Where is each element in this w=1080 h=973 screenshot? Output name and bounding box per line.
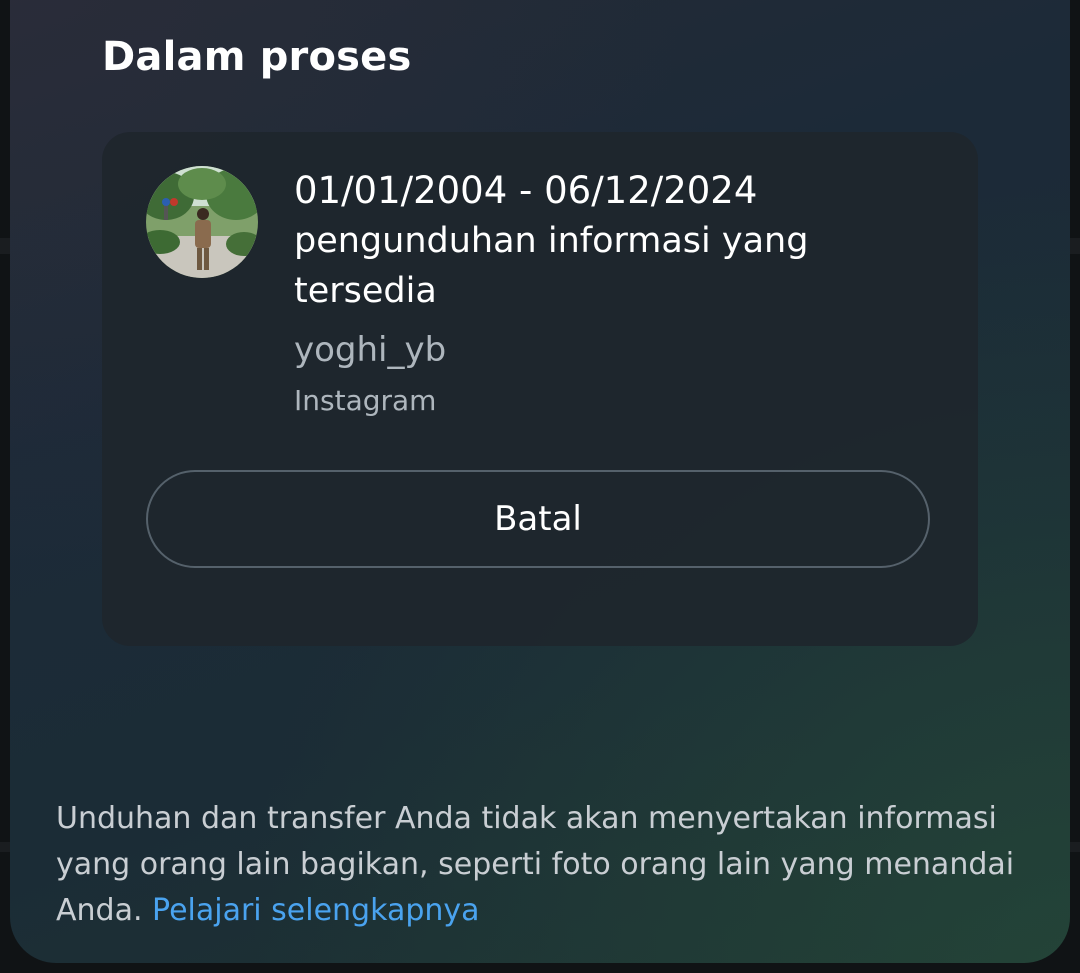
cancel-button[interactable]: Batal <box>146 470 930 568</box>
avatar <box>146 166 258 278</box>
request-details: 01/01/2004 - 06/12/2024 pengunduhan info… <box>294 166 914 426</box>
footer-note: Unduhan dan transfer Anda tidak akan men… <box>56 796 1036 934</box>
account-username: yoghi_yb <box>294 330 447 370</box>
profile-photo-icon <box>146 166 258 278</box>
section-title: Dalam proses <box>102 34 412 80</box>
request-title: pengunduhan informasi yang tersedia <box>294 221 809 311</box>
bottom-sheet: Dalam proses 01/01/2004 - 06/12/2024 pen… <box>10 0 1070 963</box>
learn-more-link[interactable]: Pelajari selengkapnya <box>152 893 479 928</box>
platform-name: Instagram <box>294 384 437 417</box>
screen: Dalam proses 01/01/2004 - 06/12/2024 pen… <box>0 0 1080 973</box>
download-request-card: 01/01/2004 - 06/12/2024 pengunduhan info… <box>102 132 978 646</box>
date-range: 01/01/2004 - 06/12/2024 <box>294 169 758 212</box>
